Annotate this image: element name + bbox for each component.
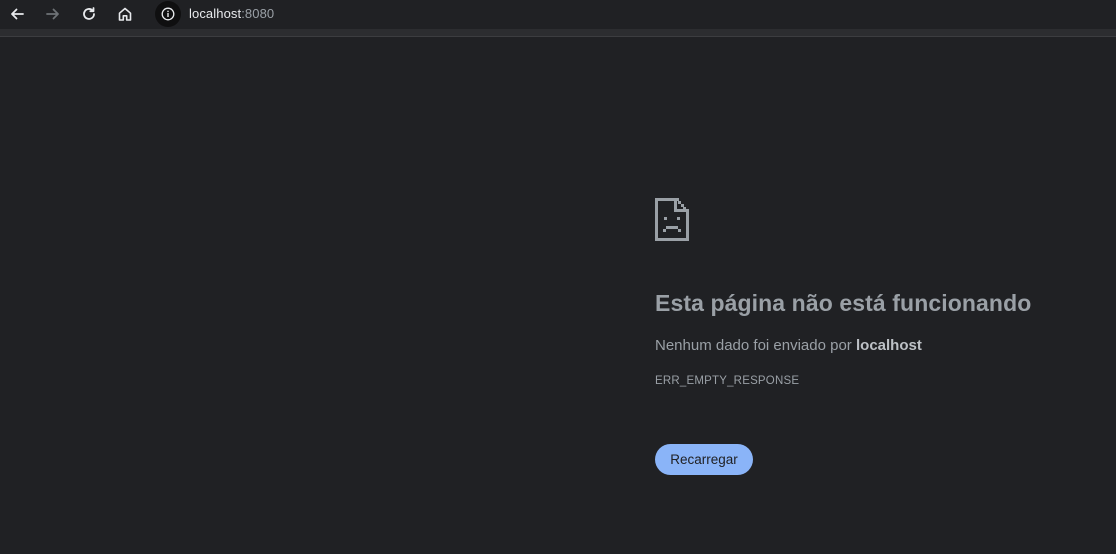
url-host: localhost <box>189 6 242 21</box>
site-info-button[interactable] <box>155 0 181 27</box>
error-description: Nenhum dado foi enviado por localhost <box>655 337 922 354</box>
error-description-text: Nenhum dado foi enviado por <box>655 337 856 354</box>
back-arrow-icon <box>11 8 24 20</box>
reload-page-button[interactable]: Recarregar <box>655 444 753 475</box>
error-title: Esta página não está funcionando <box>655 290 1032 316</box>
url-port: :8080 <box>241 6 275 21</box>
reload-icon <box>83 7 95 20</box>
toolbar-divider <box>0 29 1116 37</box>
forward-arrow-icon <box>46 8 59 20</box>
home-button[interactable] <box>113 2 137 26</box>
browser-toolbar: localhost:8080 <box>0 0 1116 29</box>
sad-document-icon <box>655 198 689 241</box>
forward-button[interactable] <box>41 2 65 26</box>
home-icon <box>118 7 132 21</box>
back-button[interactable] <box>5 2 29 26</box>
error-code[interactable]: ERR_EMPTY_RESPONSE <box>655 375 799 387</box>
address-bar[interactable]: localhost:8080 <box>153 0 1116 27</box>
url-text[interactable]: localhost:8080 <box>189 6 274 21</box>
error-host: localhost <box>855 337 922 354</box>
info-icon <box>161 7 175 20</box>
reload-button[interactable] <box>77 2 101 26</box>
